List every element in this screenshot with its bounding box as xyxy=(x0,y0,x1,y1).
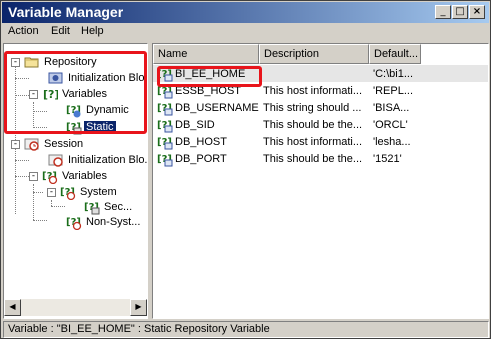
variable-name: DB_SID xyxy=(175,118,215,131)
static-variable-icon: [?] xyxy=(157,100,173,116)
tree-node-system[interactable]: [?] System xyxy=(60,184,119,200)
tree-node-non-system[interactable]: [?] Non-Syst... xyxy=(66,214,142,230)
variable-name: ESSB_HOST xyxy=(175,84,242,97)
tree-node-repository[interactable]: Repository xyxy=(24,54,99,70)
table-row[interactable]: [?] ESSB_HOST This host informati... 'REPL.… xyxy=(153,82,488,99)
session-icon xyxy=(24,136,40,152)
cell-default: 'BISA... xyxy=(373,101,410,114)
variable-name: DB_USERNAME xyxy=(175,101,259,114)
tree-label: Session xyxy=(44,138,84,150)
menu-edit[interactable]: Edit xyxy=(51,25,70,37)
static-variable-icon: [?] xyxy=(157,134,173,150)
tree-horizontal-scrollbar[interactable]: ◀ ▶ xyxy=(4,299,147,316)
scroll-right-icon[interactable]: ▶ xyxy=(130,299,147,316)
cell-description: This string should ... xyxy=(263,101,362,114)
cell-default: 'lesha... xyxy=(373,135,411,148)
column-header-description[interactable]: Description xyxy=(259,44,369,64)
expander-variables[interactable]: - xyxy=(29,90,38,99)
column-header-name[interactable]: Name xyxy=(153,44,259,64)
tree-label: Non-Syst... xyxy=(86,216,141,228)
variable-icon: [?] xyxy=(42,168,58,184)
expander-session[interactable]: - xyxy=(11,140,20,149)
cell-name: [?] ESSB_HOST xyxy=(153,83,259,99)
static-variable-icon: [?] xyxy=(66,119,82,135)
cell-default: 'C:\bi1... xyxy=(373,67,414,80)
table-row[interactable]: [?] DB_PORT This should be the... '1521' xyxy=(153,150,488,167)
tree-node-session[interactable]: Session xyxy=(24,136,85,152)
init-block-icon xyxy=(48,70,64,86)
menu-action[interactable]: Action xyxy=(8,25,39,37)
tree-label: Sec... xyxy=(104,201,133,213)
tree-label: Variables xyxy=(62,170,108,182)
non-system-variable-icon: [?] xyxy=(66,214,82,230)
folder-icon xyxy=(24,54,40,70)
static-variable-icon: [?] xyxy=(157,66,173,82)
title-bar[interactable]: Variable Manager _ □ × xyxy=(2,2,489,23)
security-variable-icon: [?] xyxy=(84,199,100,215)
cell-description: This should be the... xyxy=(263,152,363,165)
tree-label: Static xyxy=(84,121,116,133)
scroll-left-icon[interactable]: ◀ xyxy=(4,299,21,316)
variable-name: DB_PORT xyxy=(175,152,227,165)
static-variable-icon: [?] xyxy=(157,117,173,133)
dynamic-variable-icon: [?] xyxy=(66,102,82,118)
cell-default: '1521' xyxy=(373,152,402,165)
status-text: Variable : "BI_EE_HOME" : Static Reposit… xyxy=(8,323,270,335)
expander-repository[interactable]: - xyxy=(11,58,20,67)
init-block-icon xyxy=(48,152,64,168)
table-row[interactable]: [?] DB_SID This should be the... 'ORCL' xyxy=(153,116,488,133)
close-button[interactable]: × xyxy=(469,5,485,19)
variable-name: DB_HOST xyxy=(175,135,227,148)
svg-text:[?]: [?] xyxy=(43,88,58,101)
column-header-default[interactable]: Default... xyxy=(369,44,421,64)
cell-name: [?] DB_PORT xyxy=(153,151,259,167)
table-row[interactable]: [?] DB_USERNAME This string should ... 'BIS… xyxy=(153,99,488,116)
column-headers: Name Description Default... xyxy=(153,44,488,64)
tree-node-sec[interactable]: [?] Sec... xyxy=(84,199,134,215)
static-variable-icon: [?] xyxy=(157,83,173,99)
variable-name: BI_EE_HOME xyxy=(175,67,246,80)
cell-description: This host informati... xyxy=(263,135,363,148)
tree-label: Dynamic xyxy=(86,104,129,116)
variable-icon: [?] xyxy=(42,86,58,102)
menu-help[interactable]: Help xyxy=(81,25,104,37)
tree-label: System xyxy=(80,186,117,198)
status-bar: Variable : "BI_EE_HOME" : Static Reposit… xyxy=(3,321,489,338)
tree-label: Initialization Blo... xyxy=(68,154,148,166)
static-variable-icon: [?] xyxy=(157,151,173,167)
table-row[interactable]: [?] DB_HOST This host informati... 'lesha..… xyxy=(153,133,488,150)
cell-default: 'REPL... xyxy=(373,84,414,97)
cell-default: 'ORCL' xyxy=(373,118,408,131)
tree-label: Repository xyxy=(44,56,97,68)
tree-node-dynamic[interactable]: [?] Dynamic xyxy=(66,102,131,118)
tree-node-static[interactable]: [?] Static xyxy=(66,119,116,135)
tree-label: Variables xyxy=(62,88,108,100)
tree-label: Initialization Blo... xyxy=(68,72,148,84)
tree-pane: - Repository Initialization Blo... - [?]… xyxy=(3,43,148,319)
cell-description: This should be the... xyxy=(263,118,363,131)
system-variable-icon: [?] xyxy=(60,184,76,200)
tree-node-init-blocks[interactable]: Initialization Blo... xyxy=(48,70,148,86)
cell-name: [?] DB_HOST xyxy=(153,134,259,150)
minimize-button[interactable]: _ xyxy=(435,5,451,19)
expander-system[interactable]: - xyxy=(47,188,56,197)
cell-name: [?] BI_EE_HOME xyxy=(153,66,259,82)
table-row[interactable]: [?] BI_EE_HOME 'C:\bi1... xyxy=(153,65,488,82)
maximize-button[interactable]: □ xyxy=(452,5,468,19)
tree-node-variables[interactable]: [?] Variables xyxy=(42,86,109,102)
expander-session-variables[interactable]: - xyxy=(29,172,38,181)
variable-list-pane: Name Description Default... [?] BI_EE_HOM… xyxy=(152,43,489,319)
menu-bar: Action Edit Help xyxy=(2,23,489,41)
cell-name: [?] DB_SID xyxy=(153,117,259,133)
cell-description: This host informati... xyxy=(263,84,363,97)
tree-node-session-init-blocks[interactable]: Initialization Blo... xyxy=(48,152,148,168)
window-title: Variable Manager xyxy=(8,4,124,20)
cell-name: [?] DB_USERNAME xyxy=(153,100,259,116)
tree-node-session-variables[interactable]: [?] Variables xyxy=(42,168,109,184)
variable-manager-window: Variable Manager _ □ × Action Edit Help … xyxy=(0,0,491,339)
